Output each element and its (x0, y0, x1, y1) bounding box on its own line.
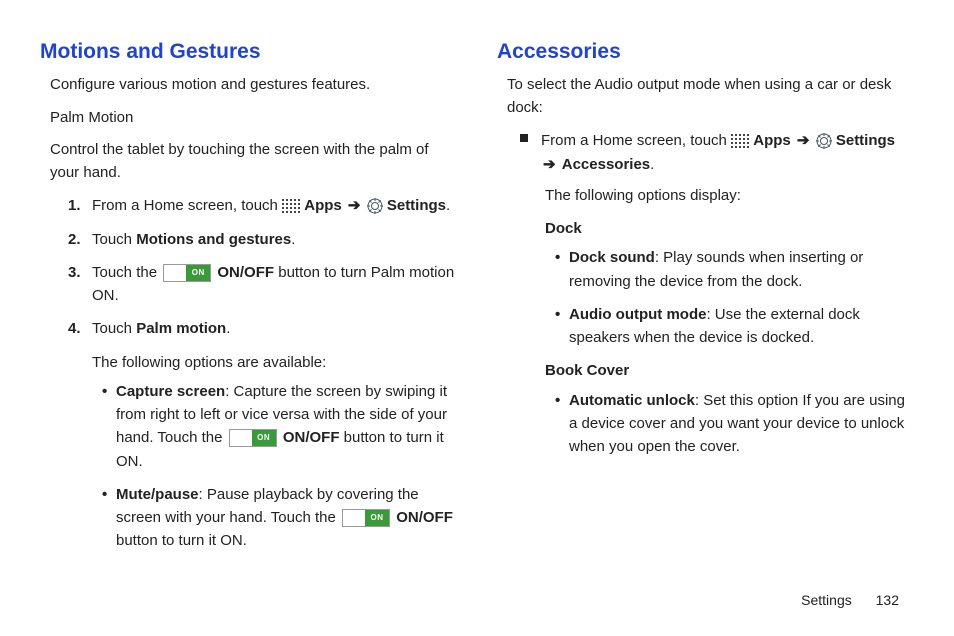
on-off-switch-icon: ON (342, 509, 390, 527)
option-mute-pause: Mute/pause: Pause playback by covering t… (102, 483, 457, 553)
right-column: Accessories To select the Audio output m… (497, 40, 914, 563)
on-off-switch-icon: ON (229, 429, 277, 447)
d2-label: Audio output mode (569, 306, 706, 323)
step2-bold: Motions and gestures (136, 231, 291, 248)
step-1: From a Home screen, touch Apps ➔ Setting… (68, 194, 457, 218)
book-cover-options: Automatic unlock: Set this option If you… (545, 389, 914, 459)
step-2: Touch Motions and gestures. (68, 228, 457, 251)
sq-text-a: From a Home screen, touch (541, 132, 731, 149)
steps-list: From a Home screen, touch Apps ➔ Setting… (40, 194, 457, 553)
dock-heading: Dock (545, 217, 914, 240)
apps-icon (282, 194, 300, 217)
accessories-details: The following options display: Dock Dock… (497, 184, 914, 459)
option-auto-unlock: Automatic unlock: Set this option If you… (555, 389, 914, 459)
footer-section-label: Settings (801, 592, 852, 608)
step1-apps-label: Apps (304, 197, 342, 214)
option-capture-screen: Capture screen: Capture the screen by sw… (102, 380, 457, 473)
arrow-icon: ➔ (543, 156, 556, 173)
b2-onoff: ON/OFF (396, 509, 453, 526)
palm-options-list: Capture screen: Capture the screen by sw… (92, 380, 457, 553)
page-body: Motions and Gestures Configure various m… (0, 0, 954, 583)
step1-settings-label: Settings (387, 197, 446, 214)
follow-text: The following options display: (545, 184, 914, 207)
switch-on-label: ON (186, 265, 210, 281)
b2-text-b: button to turn it ON. (116, 532, 247, 549)
bc1-label: Automatic unlock (569, 392, 695, 409)
option-dock-sound: Dock sound: Play sounds when inserting o… (555, 246, 914, 293)
heading-motions: Motions and Gestures (40, 40, 457, 64)
intro-text-2: Palm Motion (50, 107, 457, 130)
arrow-icon: ➔ (348, 197, 361, 214)
step3-onoff: ON/OFF (217, 264, 274, 281)
switch-on-label: ON (252, 430, 276, 446)
step1-text-a: From a Home screen, touch (92, 197, 282, 214)
step4-follow: The following options are available: (92, 351, 457, 374)
b1-label: Capture screen (116, 383, 225, 400)
step-3: Touch the ON ON/OFF button to turn Palm … (68, 261, 457, 308)
step3-text-a: Touch the (92, 264, 161, 281)
dock-options: Dock sound: Play sounds when inserting o… (545, 246, 914, 349)
page-footer: Settings 132 (801, 592, 899, 608)
heading-accessories: Accessories (497, 40, 914, 64)
settings-icon (816, 129, 832, 152)
step4-text-a: Touch (92, 320, 136, 337)
intro-text-3: Control the tablet by touching the scree… (50, 139, 457, 184)
acc-intro: To select the Audio output mode when usi… (507, 74, 914, 119)
square-bullet-row: From a Home screen, touch Apps ➔ Setting… (497, 129, 914, 176)
left-column: Motions and Gestures Configure various m… (40, 40, 457, 563)
sq-acc-label: Accessories (562, 156, 650, 173)
arrow-icon: ➔ (797, 132, 810, 149)
option-audio-output: Audio output mode: Use the external dock… (555, 303, 914, 350)
square-content: From a Home screen, touch Apps ➔ Setting… (541, 129, 914, 176)
sq-settings-label: Settings (836, 132, 895, 149)
intro-text-1: Configure various motion and gestures fe… (50, 74, 457, 97)
apps-icon (731, 129, 749, 152)
switch-on-label: ON (365, 510, 389, 526)
book-cover-heading: Book Cover (545, 359, 914, 382)
step4-bold: Palm motion (136, 320, 226, 337)
step-4: Touch Palm motion. The following options… (68, 317, 457, 552)
step2-text-a: Touch (92, 231, 136, 248)
sq-apps-label: Apps (753, 132, 791, 149)
b2-label: Mute/pause (116, 486, 199, 503)
d1-label: Dock sound (569, 249, 655, 266)
square-bullet-icon (519, 129, 529, 147)
settings-icon (367, 194, 383, 217)
footer-page-number: 132 (876, 592, 899, 608)
b1-onoff: ON/OFF (283, 429, 340, 446)
on-off-switch-icon: ON (163, 264, 211, 282)
